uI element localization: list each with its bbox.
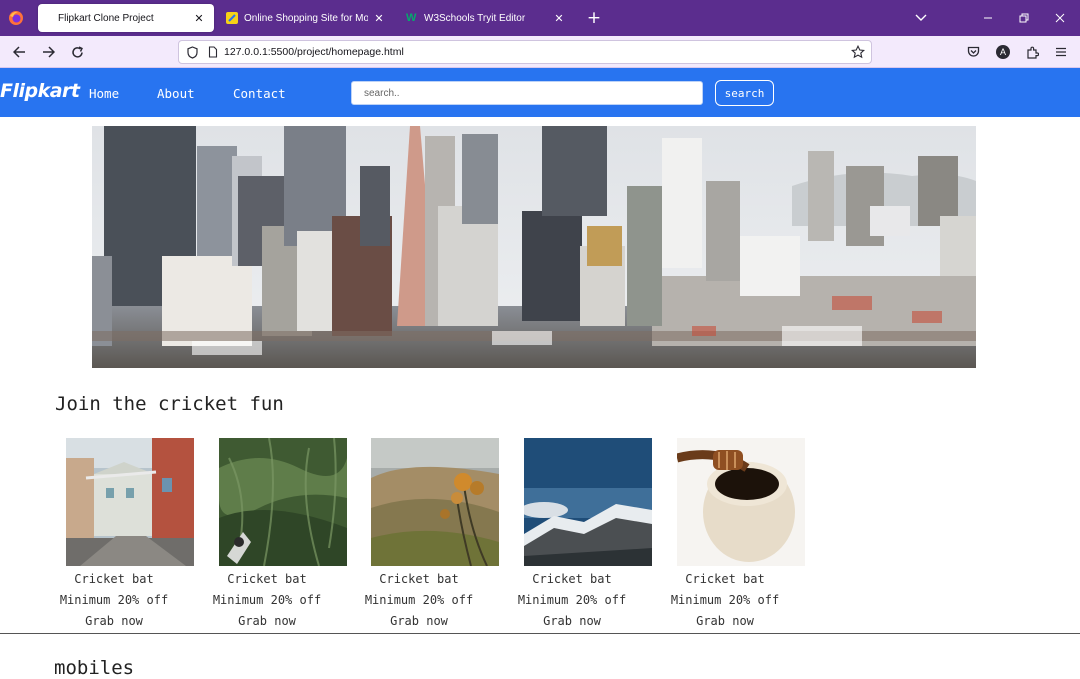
product-offer: Minimum 20% off	[212, 593, 322, 607]
tab-online-shopping[interactable]: Online Shopping Site for Mobiles ✕	[218, 4, 394, 32]
tab-flipkart-clone[interactable]: Flipkart Clone Project ✕	[38, 4, 214, 32]
tab-title: W3Schools Tryit Editor	[424, 12, 526, 24]
page-icon	[46, 12, 58, 24]
site-logo[interactable]: Flipkart	[0, 80, 80, 102]
product-title[interactable]: Cricket bat	[187, 572, 347, 586]
w3schools-favicon: W	[406, 12, 417, 24]
mountain-photo[interactable]	[524, 438, 652, 566]
grab-now-link[interactable]: Grab now	[645, 614, 805, 628]
minimize-icon[interactable]	[978, 8, 998, 28]
nav-link-about[interactable]: About	[157, 86, 195, 101]
close-window-icon[interactable]	[1050, 8, 1070, 28]
product-offer: Minimum 20% off	[59, 593, 169, 607]
search-button[interactable]: search	[715, 80, 774, 106]
product-offer: Minimum 20% off	[670, 593, 780, 607]
nav-link-home[interactable]: Home	[89, 86, 119, 101]
grab-now-link[interactable]: Grab now	[339, 614, 499, 628]
restore-icon[interactable]	[1014, 8, 1034, 28]
product-card[interactable]: Cricket bat Minimum 20% off Grab now	[645, 438, 805, 633]
pocket-icon[interactable]	[962, 42, 984, 62]
hero-banner-image	[92, 126, 976, 368]
street-photo[interactable]	[66, 438, 194, 566]
honey-photo[interactable]	[677, 438, 805, 566]
product-title[interactable]: Cricket bat	[645, 572, 805, 586]
section-title: Join the cricket fun	[55, 393, 284, 415]
grass-photo[interactable]	[219, 438, 347, 566]
product-title[interactable]: Cricket bat	[34, 572, 194, 586]
product-offer: Minimum 20% off	[364, 593, 474, 607]
close-icon[interactable]: ✕	[552, 12, 566, 25]
url-bar[interactable]: 127.0.0.1:5500/project/homepage.html	[178, 40, 872, 64]
grab-now-link[interactable]: Grab now	[34, 614, 194, 628]
extensions-icon[interactable]	[1021, 42, 1043, 62]
new-tab-button[interactable]: +	[584, 8, 604, 28]
product-title[interactable]: Cricket bat	[492, 572, 652, 586]
product-title[interactable]: Cricket bat	[339, 572, 499, 586]
account-avatar-icon[interactable]: A	[992, 42, 1014, 62]
section-divider	[0, 633, 1080, 634]
shield-icon[interactable]	[187, 45, 198, 59]
product-card[interactable]: Cricket bat Minimum 20% off Grab now	[187, 438, 347, 633]
url-text[interactable]: 127.0.0.1:5500/project/homepage.html	[224, 46, 404, 58]
tab-title: Online Shopping Site for Mobiles	[244, 12, 368, 24]
reload-icon[interactable]	[66, 42, 88, 62]
product-card[interactable]: Cricket bat Minimum 20% off Grab now	[492, 438, 652, 633]
grab-now-link[interactable]: Grab now	[492, 614, 652, 628]
avatar: A	[996, 45, 1010, 59]
firefox-menu-icon[interactable]	[6, 8, 26, 28]
section-title-mobiles: mobiles	[54, 657, 135, 679]
tab-title: Flipkart Clone Project	[58, 12, 154, 24]
hamburger-menu-icon[interactable]	[1050, 42, 1072, 62]
thistle-photo[interactable]	[371, 438, 499, 566]
grab-now-link[interactable]: Grab now	[187, 614, 347, 628]
nav-link-contact[interactable]: Contact	[233, 86, 286, 101]
flipkart-favicon	[226, 12, 238, 24]
product-card[interactable]: Cricket bat Minimum 20% off Grab now	[339, 438, 499, 633]
search-input[interactable]	[351, 81, 703, 105]
forward-arrow-icon[interactable]	[37, 42, 59, 62]
back-arrow-icon[interactable]	[8, 42, 30, 62]
close-icon[interactable]: ✕	[372, 12, 386, 25]
page-info-icon[interactable]	[208, 46, 218, 58]
list-all-tabs-icon[interactable]	[911, 8, 931, 28]
product-card[interactable]: Cricket bat Minimum 20% off Grab now	[34, 438, 194, 633]
product-offer: Minimum 20% off	[517, 593, 627, 607]
close-icon[interactable]: ✕	[192, 12, 206, 25]
tab-w3schools[interactable]: W W3Schools Tryit Editor ✕	[398, 4, 574, 32]
bookmark-star-icon[interactable]	[851, 45, 865, 59]
